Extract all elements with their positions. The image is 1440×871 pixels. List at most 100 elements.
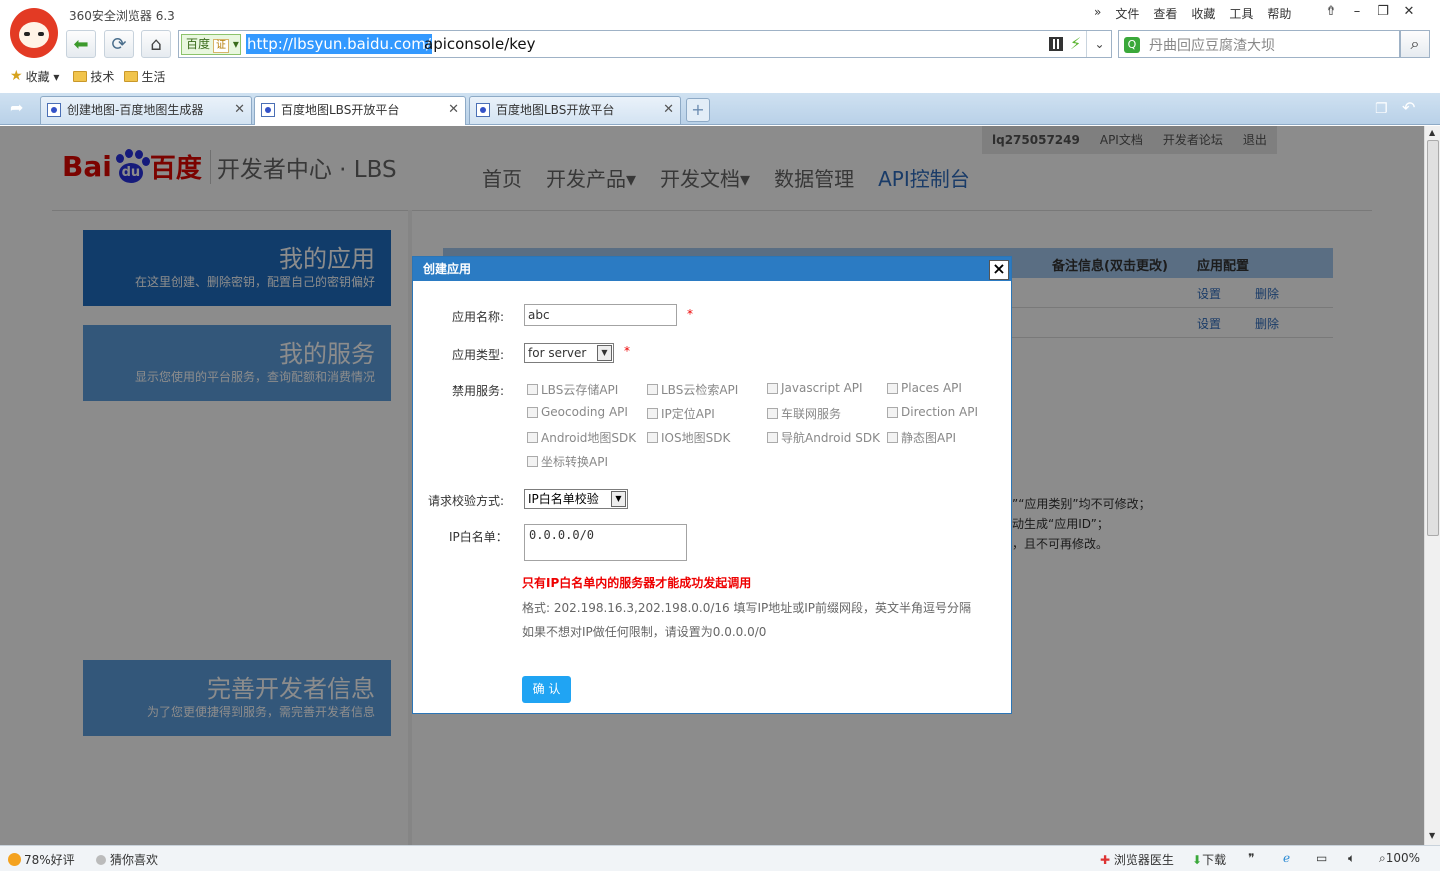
service-checkbox[interactable]: IP定位API	[647, 405, 715, 422]
service-checkbox[interactable]: 车联网服务	[767, 405, 841, 422]
ip-whitelist-textarea[interactable]: 0.0.0.0/0	[524, 524, 687, 561]
search-input[interactable]: Q 丹曲回应豆腐渣大坝	[1118, 30, 1400, 58]
baidu-paw-icon	[261, 103, 275, 117]
search-icon: ⌕	[1410, 34, 1420, 53]
vertical-scrollbar[interactable]: ▲ ▼	[1424, 126, 1440, 845]
service-checkbox[interactable]: 静态图API	[887, 429, 956, 446]
window-controls: ⇮ – ❐ ✕	[1318, 2, 1422, 24]
tab-close-icon[interactable]: ✕	[663, 97, 674, 123]
app-type-label: 应用类型:	[452, 348, 505, 362]
menu-more-icon[interactable]: »	[1094, 5, 1101, 22]
download-item[interactable]: ⬇下载	[1192, 851, 1226, 868]
zoom-icon: ⌕	[1379, 851, 1386, 865]
cert-badge[interactable]: 百度证 ▾	[181, 34, 241, 55]
service-checkbox[interactable]: Javascript API	[767, 381, 863, 395]
folder-life[interactable]: 生活	[124, 68, 165, 85]
service-checkbox[interactable]: LBS云检索API	[647, 381, 738, 398]
restore-tabs-icon[interactable]: ❐	[1375, 101, 1388, 117]
reload-button[interactable]: ⟳	[104, 30, 134, 58]
folder-tech[interactable]: 技术	[73, 68, 114, 85]
volume-icon[interactable]: 🔈︎	[1348, 851, 1355, 866]
tab-lbs[interactable]: 百度地图LBS开放平台 ✕	[469, 96, 681, 124]
ip-whitelist-label: IP白名单：	[449, 530, 508, 544]
app-name-label: 应用名称:	[452, 310, 505, 324]
tab-lbs-active[interactable]: 百度地图LBS开放平台 ✕	[254, 96, 466, 125]
tab-bar: ➦ 创建地图-百度地图生成器 ✕ 百度地图LBS开放平台 ✕ 百度地图LBS开放…	[0, 93, 1440, 125]
minimize-button[interactable]: –	[1344, 2, 1370, 24]
ip-warning: 只有IP白名单内的服务器才能成功发起调用	[522, 576, 752, 590]
menu-favorites[interactable]: 收藏	[1191, 5, 1215, 22]
folder-icon	[124, 70, 139, 82]
confirm-button[interactable]: 确 认	[522, 676, 571, 703]
format-hint: 格式: 202.198.16.3,202.198.0.0/16 填写IP地址或I…	[522, 601, 972, 615]
url-path: apiconsole/key	[424, 35, 536, 53]
window-icon[interactable]: ▭	[1316, 851, 1327, 865]
folder-icon	[73, 70, 88, 82]
service-checkbox[interactable]: 导航Android SDK	[767, 429, 880, 446]
guess-item[interactable]: 猜你喜欢	[96, 851, 158, 868]
ie-icon[interactable]: ℯ	[1283, 851, 1290, 865]
url-host: http://lbsyun.baidu.com/	[246, 34, 432, 54]
status-bar: 78%好评 猜你喜欢 ✚ 浏览器医生 ⬇下载 ❞ ℯ ▭ 🔈︎ ⌕100%	[0, 845, 1440, 871]
browser-window: 360安全浏览器 6.3 » 文件 查看 收藏 工具 帮助 ⇮ – ❐ ✕ ⬅ …	[0, 0, 1440, 871]
rating-item[interactable]: 78%好评	[8, 851, 75, 868]
menu-view[interactable]: 查看	[1153, 5, 1177, 22]
verify-method-select[interactable]: IP白名单校验 ▼	[524, 489, 628, 509]
guess-icon	[96, 855, 106, 865]
restore-button[interactable]: ❐	[1370, 2, 1396, 24]
required-mark: *	[624, 344, 630, 358]
favorites-menu[interactable]: 收藏 ▾	[26, 68, 60, 85]
verify-method-label: 请求校验方式:	[428, 494, 505, 508]
dialog-title: 创建应用	[413, 257, 1011, 281]
disabled-services-label: 禁用服务:	[452, 384, 505, 398]
service-checkbox[interactable]: Geocoding API	[527, 405, 628, 419]
service-checkbox[interactable]: IOS地图SDK	[647, 429, 730, 446]
baidu-paw-icon	[476, 103, 490, 117]
speed-mode-icon[interactable]: ⚡	[1070, 34, 1081, 53]
app-type-select[interactable]: for server ▼	[524, 343, 614, 363]
quote-icon[interactable]: ❞	[1248, 851, 1254, 865]
search-button[interactable]: ⌕	[1400, 30, 1430, 58]
service-checkbox[interactable]: Android地图SDK	[527, 429, 636, 446]
search-engine-icon[interactable]: Q	[1124, 37, 1140, 53]
tab-create-map[interactable]: 创建地图-百度地图生成器 ✕	[40, 96, 252, 124]
refresh-icon: ⟳	[111, 33, 127, 55]
title-bar: 360安全浏览器 6.3 » 文件 查看 收藏 工具 帮助 ⇮ – ❐ ✕	[0, 0, 1440, 58]
menu-tools[interactable]: 工具	[1229, 5, 1253, 22]
service-checkbox[interactable]: Places API	[887, 381, 962, 395]
tab-close-icon[interactable]: ✕	[448, 97, 459, 123]
required-mark: *	[687, 307, 693, 321]
sidebar-toggle-icon[interactable]: ➦	[10, 98, 23, 117]
create-app-dialog: 创建应用 × 应用名称: abc * 应用类型: for server ▼ * …	[412, 256, 1012, 714]
zoom-item[interactable]: ⌕100%	[1379, 851, 1420, 866]
app-name-input[interactable]: abc	[524, 304, 677, 326]
chevron-down-icon: ▼	[611, 491, 626, 507]
menu-help[interactable]: 帮助	[1267, 5, 1291, 22]
unrestricted-hint: 如果不想对IP做任何限制，请设置为0.0.0.0/0	[522, 625, 767, 639]
menu-file[interactable]: 文件	[1115, 5, 1139, 22]
home-button[interactable]: ⌂	[141, 30, 171, 58]
new-tab-button[interactable]: +	[686, 98, 710, 122]
url-dropdown-button[interactable]: ⌄	[1086, 31, 1112, 57]
close-window-button[interactable]: ✕	[1396, 2, 1422, 24]
scroll-thumb[interactable]	[1427, 140, 1439, 536]
address-toolbar: ⬅ ⟳ ⌂ 百度证 ▾ http://lbsyun.baidu.com/ api…	[0, 30, 1440, 60]
scroll-down-icon[interactable]: ▼	[1429, 831, 1435, 840]
rating-icon	[8, 853, 21, 866]
scroll-up-icon[interactable]: ▲	[1429, 128, 1435, 137]
undo-close-icon[interactable]: ↶	[1402, 98, 1415, 117]
tab-close-icon[interactable]: ✕	[234, 97, 245, 123]
menu-bar: » 文件 查看 收藏 工具 帮助	[1094, 5, 1291, 22]
service-checkbox[interactable]: LBS云存储API	[527, 381, 618, 398]
qr-code-icon[interactable]	[1049, 37, 1063, 51]
dialog-close-button[interactable]: ×	[989, 260, 1009, 280]
url-input[interactable]: 百度证 ▾ http://lbsyun.baidu.com/ apiconsol…	[178, 30, 1112, 58]
favorites-bar: ★ 收藏 ▾ 技术 生活	[0, 62, 1440, 90]
skin-icon[interactable]: ⇮	[1318, 2, 1344, 24]
service-checkbox[interactable]: Direction API	[887, 405, 978, 419]
back-button[interactable]: ⬅	[66, 30, 96, 58]
browser-doctor[interactable]: ✚ 浏览器医生	[1100, 851, 1174, 868]
service-checkbox[interactable]: 坐标转换API	[527, 453, 608, 470]
chevron-down-icon: ▼	[597, 345, 612, 361]
baidu-paw-icon	[47, 103, 61, 117]
